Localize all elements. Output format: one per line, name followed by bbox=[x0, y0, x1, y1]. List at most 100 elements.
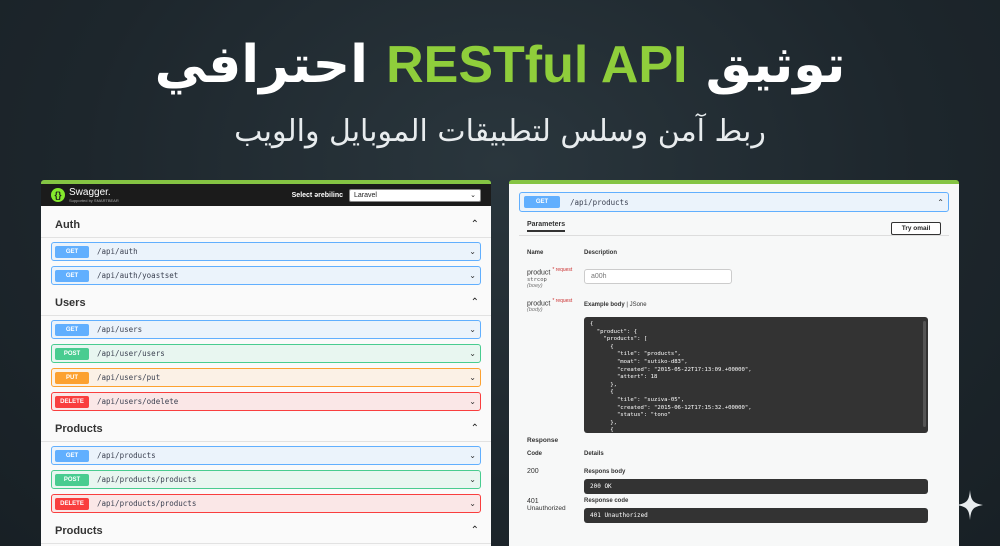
definition-select[interactable]: Laravel ⌄ bbox=[349, 188, 481, 202]
parameters-bar: Parameters Try omail bbox=[519, 218, 949, 236]
group-title: Auth bbox=[55, 218, 81, 231]
hero-subtitle: ربط آمن وسلس لتطبيقات الموبايل والويب bbox=[234, 114, 766, 149]
swagger-operations-panel: {} Swagger. Supported by SMARTBEAR Selec… bbox=[41, 180, 491, 546]
code-line: "products": [ bbox=[590, 336, 648, 343]
try-it-out-button[interactable]: Try omail bbox=[891, 222, 941, 235]
group-header[interactable]: Auth ⌃ bbox=[41, 212, 491, 238]
response-code: 200 bbox=[527, 468, 539, 475]
operation-row[interactable]: GET/api/auth/yoastset ⌄ bbox=[51, 266, 481, 285]
column-description: Description bbox=[584, 250, 618, 256]
operation-group: Products ⌃ GET/api/products ⌄ POST/api/produ… bbox=[41, 416, 491, 513]
operation-group: Products⌃GET/api/products/products⌄ bbox=[41, 518, 491, 546]
chevron-down-icon[interactable]: ⌄ bbox=[469, 451, 476, 460]
param-name: product bbox=[527, 269, 551, 277]
code-scrollbar[interactable] bbox=[923, 321, 926, 427]
response-code-200: 200 bbox=[527, 468, 539, 475]
code-line: }, bbox=[590, 381, 617, 388]
chevron-up-icon[interactable]: ⌃ bbox=[937, 198, 944, 207]
method-badge: GET bbox=[55, 323, 89, 336]
operation-group: Auth ⌃ GET/api/auth ⌄ GET/api/auth/yoastset ⌄ bbox=[41, 212, 491, 285]
chevron-down-icon: ⌄ bbox=[470, 192, 476, 199]
chevron-down-icon[interactable]: ⌄ bbox=[469, 373, 476, 382]
method-badge: POST bbox=[55, 473, 89, 486]
code-lines: { "product": { "products": [ { "tile": "… bbox=[590, 321, 922, 433]
responses-title: Response bbox=[527, 437, 559, 444]
param-required: * request bbox=[552, 267, 573, 273]
parameters-column-headers: Name Description bbox=[527, 250, 959, 256]
swagger-logo-icon: {} bbox=[51, 188, 65, 202]
code-line: { bbox=[590, 321, 594, 327]
response-label: Response code bbox=[584, 498, 629, 504]
column-code: Code bbox=[527, 451, 542, 457]
swagger-logo-text: Swagger. bbox=[69, 186, 111, 198]
parameter-row-2: product * request (body) bbox=[527, 298, 572, 313]
code-line: { bbox=[590, 389, 614, 396]
column-name: Name bbox=[527, 250, 544, 256]
method-badge: GET bbox=[55, 245, 89, 258]
column-details: Details bbox=[584, 451, 604, 457]
chevron-down-icon[interactable]: ⌄ bbox=[469, 397, 476, 406]
group-header[interactable]: Products ⌃ bbox=[41, 416, 491, 442]
tab-parameters[interactable]: Parameters bbox=[527, 221, 566, 232]
example-body-tab[interactable]: Example body bbox=[584, 302, 625, 308]
param-required: * request bbox=[552, 298, 573, 304]
operation-row[interactable]: DELETE/api/products/products ⌄ bbox=[51, 494, 481, 513]
param-value-input[interactable]: a00h bbox=[584, 269, 732, 284]
param-name: product bbox=[527, 300, 551, 308]
definition-selector: Select ərebilinc Laravel ⌄ bbox=[292, 188, 481, 202]
chevron-up-icon[interactable]: ⌃ bbox=[471, 525, 479, 536]
operation-header[interactable]: GET /api/products ⌃ bbox=[519, 192, 949, 212]
chevron-up-icon[interactable]: ⌃ bbox=[471, 219, 479, 230]
chevron-down-icon[interactable]: ⌄ bbox=[469, 475, 476, 484]
response-body-box: 200 OK bbox=[584, 479, 928, 494]
code-line: "tile": "suziva-05", bbox=[590, 396, 685, 403]
hero-title: توثيق RESTful API احترافي bbox=[0, 34, 1000, 96]
chevron-up-icon[interactable]: ⌃ bbox=[471, 297, 479, 308]
operation-row[interactable]: GET/api/auth ⌄ bbox=[51, 242, 481, 261]
operation-path: /api/users/odelete bbox=[97, 397, 179, 406]
operation-path: /api/users bbox=[97, 325, 143, 334]
operation-row[interactable]: DELETE/api/users/odelete ⌄ bbox=[51, 392, 481, 411]
code-line: }, bbox=[590, 419, 617, 426]
example-format-tab[interactable]: JSone bbox=[630, 302, 647, 308]
operation-path: /api/auth bbox=[97, 247, 138, 256]
operation-row[interactable]: POST/api/products/products ⌄ bbox=[51, 470, 481, 489]
code-line: "moat": "sutiko-d83", bbox=[590, 358, 688, 365]
chevron-down-icon[interactable]: ⌄ bbox=[469, 499, 476, 508]
operation-path: /api/products bbox=[97, 451, 156, 460]
hero-title-before: توثيق bbox=[705, 35, 846, 95]
code-line: "tile": "products", bbox=[590, 351, 681, 358]
code-line: "attert": 18 bbox=[590, 374, 658, 381]
operation-row[interactable]: GET/api/products ⌄ bbox=[51, 446, 481, 465]
swagger-topbar: {} Swagger. Supported by SMARTBEAR Selec… bbox=[41, 184, 491, 206]
chevron-down-icon[interactable]: ⌄ bbox=[469, 325, 476, 334]
parameter-row-1: product * request strcop (boey) bbox=[527, 267, 572, 289]
chevron-down-icon[interactable]: ⌄ bbox=[469, 349, 476, 358]
operation-group: Users ⌃ GET/api/users ⌄ POST/api/user/users ⌄… bbox=[41, 290, 491, 411]
operation-path: /api/products/products bbox=[97, 499, 197, 508]
code-line: "created": "2015-05-22T17:13:09.+00000", bbox=[590, 366, 752, 373]
operation-path: /api/auth/yoastset bbox=[97, 271, 179, 280]
operation-row[interactable]: POST/api/user/users ⌄ bbox=[51, 344, 481, 363]
definition-select-value: Laravel bbox=[354, 191, 377, 199]
swagger-logo: {} Swagger. Supported by SMARTBEAR bbox=[51, 186, 119, 203]
swagger-logo-sub: Supported by SMARTBEAR bbox=[69, 197, 119, 203]
operation-groups: Auth ⌃ GET/api/auth ⌄ GET/api/auth/yoastset ⌄… bbox=[41, 206, 491, 546]
code-line: { bbox=[590, 427, 614, 433]
example-body-code[interactable]: { "product": { "products": [ { "tile": "… bbox=[584, 317, 928, 433]
method-badge: DELETE bbox=[55, 497, 89, 510]
chevron-up-icon[interactable]: ⌃ bbox=[471, 423, 479, 434]
code-line: "status": "tono" bbox=[590, 412, 671, 419]
param-in: (boey) bbox=[527, 283, 543, 290]
group-header[interactable]: Users ⌃ bbox=[41, 290, 491, 316]
response-desc: Unauthorized bbox=[527, 505, 566, 512]
sparkle-icon bbox=[957, 490, 983, 520]
operation-row[interactable]: GET/api/users ⌄ bbox=[51, 320, 481, 339]
group-header[interactable]: Products ⌃ bbox=[41, 518, 491, 544]
operation-row[interactable]: PUT/api/users/put ⌄ bbox=[51, 368, 481, 387]
chevron-down-icon[interactable]: ⌄ bbox=[469, 247, 476, 256]
response-label: Respons body bbox=[584, 469, 626, 475]
response-code: 401 bbox=[527, 498, 539, 505]
operation-detail-panel: GET /api/products ⌃ Parameters Try omail… bbox=[509, 180, 959, 546]
chevron-down-icon[interactable]: ⌄ bbox=[469, 271, 476, 280]
